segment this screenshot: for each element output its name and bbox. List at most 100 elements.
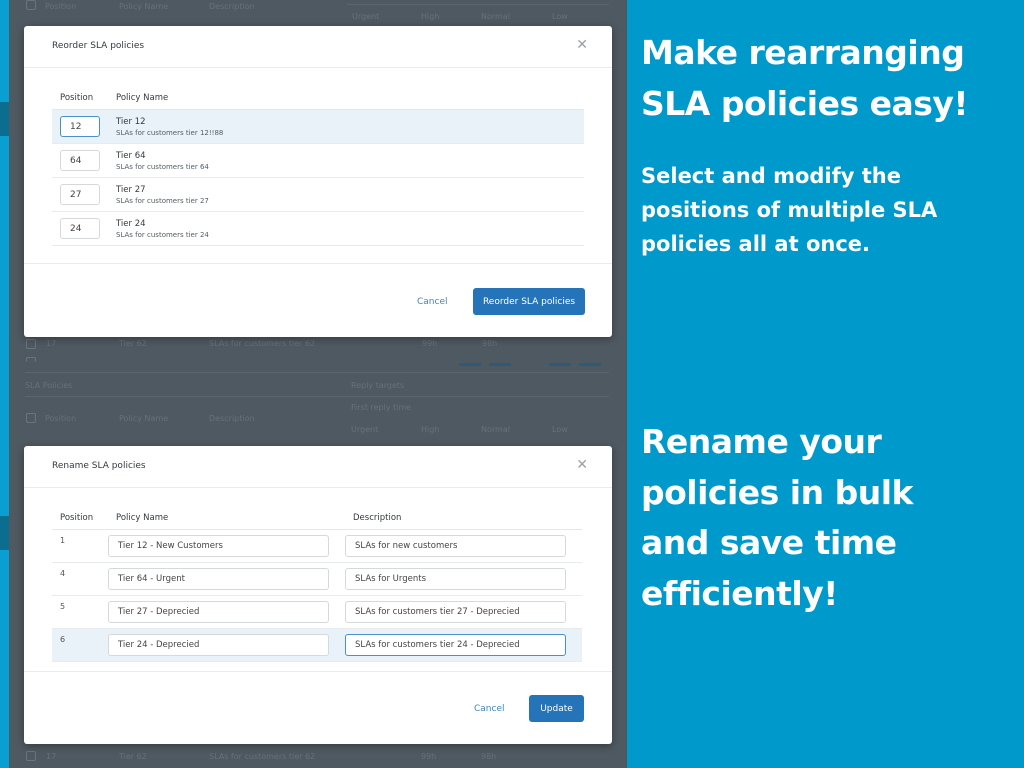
row-checkbox[interactable] [26,357,36,362]
bg-header-normal: Normal [481,425,510,434]
position-input[interactable] [60,184,100,205]
policy-name-input[interactable] [108,634,329,656]
close-icon[interactable]: ✕ [576,458,588,472]
column-header-policy-name: Policy Name [108,93,584,110]
promo-headline-2-line-4: efficiently! [641,574,838,613]
promo-headline-1-line-1: Make rearranging [641,33,965,72]
cancel-button[interactable]: Cancel [417,297,448,307]
modal-footer: Cancel Reorder SLA policies [24,263,612,337]
bg-row-position: 17 [46,752,57,761]
column-header-position: Position [52,513,108,530]
policy-name: Tier 12 [116,116,146,127]
bg-row-high: 98h [481,752,497,761]
sidebar-active-item[interactable] [0,102,9,136]
bg-header-policy-name: Policy Name [119,414,169,423]
policy-name-input[interactable] [108,535,329,557]
bg-row-urgent: 99h [422,339,438,348]
modal-header: Reorder SLA policies ✕ [24,26,612,68]
promo-headline-2-line-3: and save time [641,523,897,562]
column-header-description: Description [345,513,582,530]
bg-first-reply-time: First reply time [351,403,412,412]
app-screenshot: Position Policy Name Description Urgent … [0,0,627,768]
table-row[interactable]: Tier 64SLAs for customers tier 64 [52,143,584,178]
description-input[interactable] [345,634,566,656]
sidebar-active-item[interactable] [0,516,9,550]
policy-description: SLAs for customers tier 64 [116,162,209,171]
bg-row-description: SLAs for customers tier 62 [209,752,316,761]
policy-description: SLAs for customers tier 24 [116,230,209,239]
update-button[interactable]: Update [529,695,584,722]
rename-modal: Rename SLA policies ✕ Position Policy Na… [24,446,612,744]
bg-section-label: SLA Policies [25,381,73,390]
modal-header: Rename SLA policies ✕ [24,446,612,488]
reorder-table: Position Policy Name Tier 12SLAs for cus… [52,93,584,246]
bg-header-urgent: Urgent [351,425,379,434]
column-header-position: Position [52,93,108,110]
position-input[interactable] [60,150,100,171]
description-input[interactable] [345,568,566,590]
policy-name-input[interactable] [108,568,329,590]
bg-progress-bar [489,363,511,366]
policy-description: SLAs for customers tier 12!!88 [116,128,224,137]
promo-subtext-line-3: policies all at once. [641,232,871,256]
promo-headline-1-line-2: SLA policies easy! [641,84,968,123]
bg-progress-bar [459,363,481,366]
promo-subtext-line-1: Select and modify the [641,164,901,188]
table-row[interactable]: Tier 27SLAs for customers tier 27 [52,177,584,212]
app-sidebar [0,0,9,768]
modal-title: Rename SLA policies [52,461,146,471]
position-value: 5 [52,595,108,629]
policy-name: Tier 24 [116,218,146,229]
bg-header-urgent: Urgent [352,12,380,21]
bg-header-description: Description [209,414,255,423]
reorder-modal: Reorder SLA policies ✕ Position Policy N… [24,26,612,337]
modal-footer: Cancel Update [24,671,612,744]
table-row[interactable]: 1 [52,529,582,563]
position-input[interactable] [60,218,100,239]
promo-headline-2-line-2: policies in bulk [641,473,913,512]
bg-progress-bar [579,363,601,366]
table-row[interactable]: 5 [52,595,582,629]
description-input[interactable] [345,601,566,623]
promo-subtext-line-2: positions of multiple SLA [641,198,938,222]
position-input[interactable] [60,116,100,137]
bg-header-high: High [421,425,440,434]
bg-header-high: High [421,12,440,21]
row-checkbox[interactable] [26,339,36,349]
bg-row-position: 17 [46,339,57,348]
close-icon[interactable]: ✕ [576,38,588,52]
select-all-checkbox[interactable] [26,0,36,10]
bg-row-name: Tier 62 [119,752,147,761]
bg-progress-bar [549,363,571,366]
promo-headline-2-line-1: Rename your [641,422,882,461]
modal-title: Reorder SLA policies [52,41,145,51]
table-row[interactable]: Tier 24SLAs for customers tier 24 [52,211,584,246]
reorder-submit-button[interactable]: Reorder SLA policies [473,288,585,315]
bg-row-name: Tier 62 [119,339,147,348]
policy-name: Tier 64 [116,150,146,161]
bg-header-normal: Normal [481,12,510,21]
policy-description: SLAs for customers tier 27 [116,196,209,205]
bg-row-high: 98h [482,339,498,348]
bg-reply-targets: Reply targets [351,381,405,390]
select-all-checkbox[interactable] [26,413,36,423]
bg-header-low: Low [552,425,568,434]
policy-name: Tier 27 [116,184,146,195]
policy-name-input[interactable] [108,601,329,623]
cancel-button[interactable]: Cancel [474,704,505,714]
bg-header-description: Description [209,2,255,11]
row-checkbox[interactable] [26,751,36,761]
column-header-policy-name: Policy Name [108,513,345,530]
promo-panel: Make rearranging SLA policies easy! Sele… [627,0,1024,768]
bg-header-low: Low [552,12,568,21]
position-value: 6 [52,628,108,662]
bg-header-position: Position [45,414,77,423]
position-value: 4 [52,562,108,596]
description-input[interactable] [345,535,566,557]
bg-row-urgent: 99h [421,752,437,761]
position-value: 1 [52,529,108,563]
bg-row-description: SLAs for customers tier 62 [209,339,316,348]
table-row[interactable]: Tier 12SLAs for customers tier 12!!88 [52,109,584,144]
table-row[interactable]: 6 [52,628,582,662]
table-row[interactable]: 4 [52,562,582,596]
